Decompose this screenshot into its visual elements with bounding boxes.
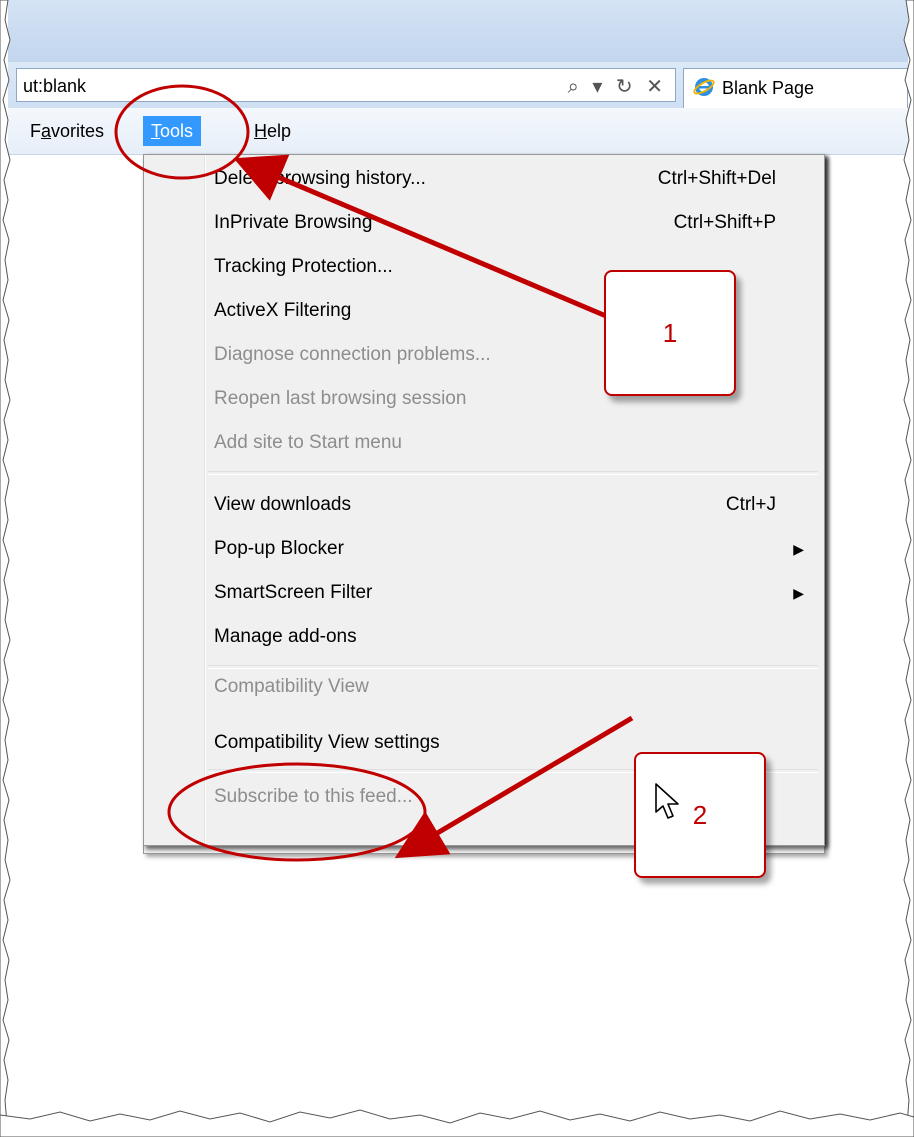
address-controls[interactable]: ⌕ ▾ ↻ ✕ bbox=[568, 74, 667, 99]
menu-separator bbox=[208, 471, 818, 475]
tools-menu-panel: Delete browsing history... Ctrl+Shift+De… bbox=[143, 154, 825, 846]
menu-item-add-site-to-start: Add site to Start menu bbox=[214, 432, 402, 453]
internet-explorer-icon bbox=[693, 78, 715, 96]
callout-1: 1 bbox=[604, 270, 736, 396]
submenu-arrow-icon: ▶ bbox=[793, 585, 804, 601]
torn-edge-left bbox=[0, 0, 11, 1137]
torn-edge-bottom bbox=[0, 1109, 914, 1137]
submenu-arrow-icon: ▶ bbox=[793, 541, 804, 557]
menu-item-popup-blocker[interactable]: Pop-up Blocker ▶ bbox=[204, 529, 820, 573]
menu-tools[interactable]: Tools bbox=[143, 116, 202, 146]
tab-blank-page[interactable]: Blank Page bbox=[683, 68, 908, 108]
menu-item-view-downloads[interactable]: View downloads Ctrl+J bbox=[204, 485, 820, 529]
menu-favorites[interactable]: Favorites bbox=[22, 116, 112, 146]
menu-item-delete-browsing-history[interactable]: Delete browsing history... Ctrl+Shift+De… bbox=[204, 159, 820, 203]
address-bar-area: ut:blank ⌕ ▾ ↻ ✕ Blank Page bbox=[8, 62, 908, 109]
menu-item-manage-addons[interactable]: Manage add-ons bbox=[204, 617, 820, 661]
menu-item-inprivate-browsing[interactable]: InPrivate Browsing Ctrl+Shift+P bbox=[204, 203, 820, 247]
menu-item-smartscreen-filter[interactable]: SmartScreen Filter ▶ bbox=[204, 573, 820, 617]
address-text: ut:blank bbox=[23, 76, 87, 96]
address-input[interactable]: ut:blank ⌕ ▾ ↻ ✕ bbox=[16, 68, 676, 102]
menu-help[interactable]: Help bbox=[246, 116, 299, 146]
mouse-cursor-icon bbox=[655, 783, 679, 819]
torn-edge-right bbox=[903, 0, 914, 1137]
menu-item-compatibility-view: Compatibility View bbox=[214, 676, 369, 697]
menu-bar: Favorites Tools Help bbox=[8, 108, 908, 155]
tab-title: Blank Page bbox=[722, 78, 815, 98]
window-title-bar bbox=[8, 0, 908, 63]
